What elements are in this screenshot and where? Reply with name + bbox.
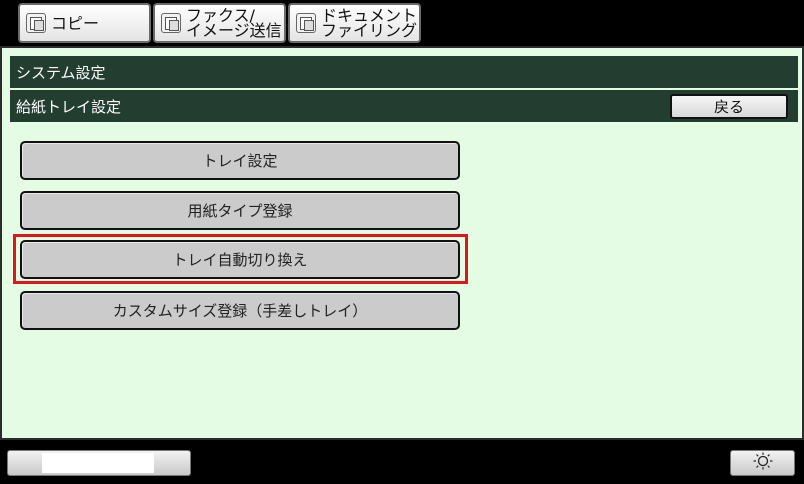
custom-size-registration-button[interactable]: カスタムサイズ登録（手差しトレイ） — [20, 291, 460, 330]
selection-highlight — [13, 234, 468, 284]
breadcrumb-title: システム設定 — [16, 63, 106, 82]
fax-image-send-icon — [161, 13, 181, 33]
status-field — [42, 453, 154, 473]
brightness-button[interactable] — [730, 450, 795, 476]
tab-fax-image-send[interactable]: ファクス/ イメージ送信 — [153, 3, 286, 43]
back-button[interactable]: 戻る — [670, 94, 788, 119]
tray-settings-button[interactable]: トレイ設定 — [20, 141, 460, 180]
tab-copy[interactable]: コピー — [18, 3, 151, 43]
tab-document-filing[interactable]: ドキュメント ファイリング — [288, 3, 421, 43]
section-bar: 給紙トレイ設定 戻る — [10, 90, 798, 122]
tab-copy-label: コピー — [51, 13, 100, 33]
brightness-icon — [752, 452, 774, 474]
paper-type-registration-button[interactable]: 用紙タイプ登録 — [20, 191, 460, 230]
status-bar-control[interactable] — [7, 450, 191, 476]
copy-icon — [26, 13, 46, 33]
section-title: 給紙トレイ設定 — [16, 97, 122, 116]
tab-fax-image-send-label: ファクス/ イメージ送信 — [186, 6, 282, 40]
tab-document-filing-label: ドキュメント ファイリング — [321, 6, 418, 40]
breadcrumb-bar: システム設定 — [10, 56, 798, 88]
document-filing-icon — [296, 13, 316, 33]
